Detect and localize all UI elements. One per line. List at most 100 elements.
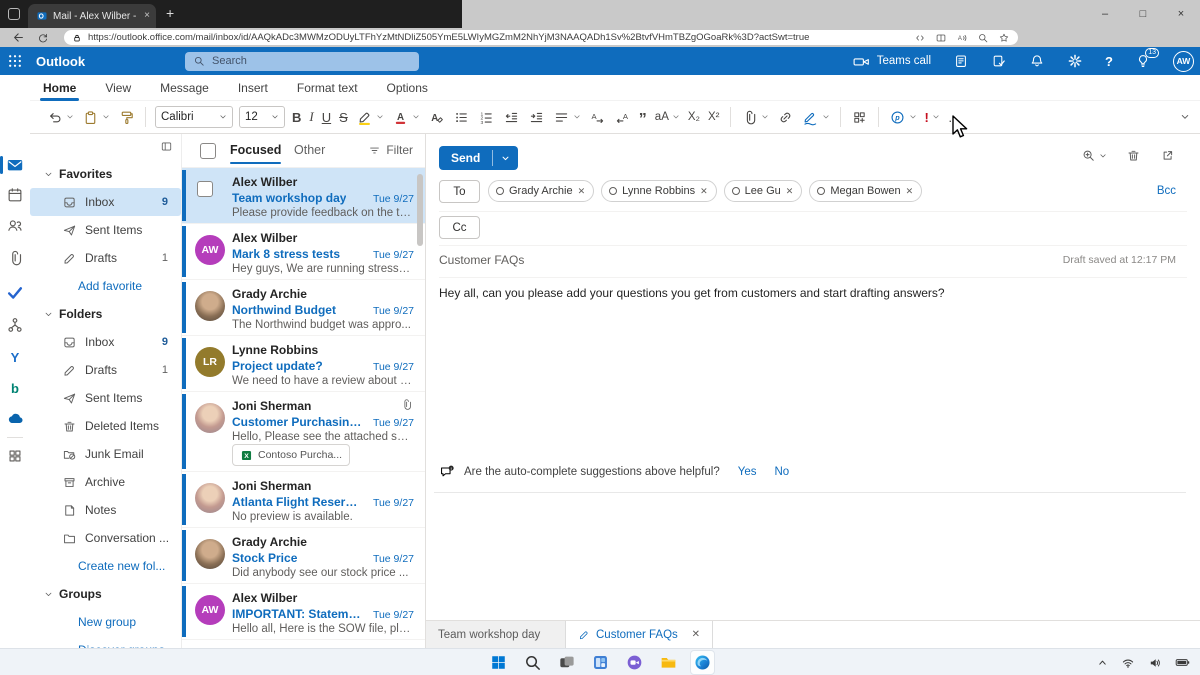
refresh-icon[interactable] — [37, 32, 49, 44]
battery-icon[interactable] — [1175, 655, 1190, 670]
sidebar-item-conversation-[interactable]: Conversation ... — [30, 524, 181, 552]
remove-recipient-icon[interactable]: ✕ — [700, 186, 708, 197]
tips-icon[interactable]: 13 — [1135, 53, 1151, 69]
ribbon-tab-format-text[interactable]: Format text — [296, 81, 359, 95]
font-name-select[interactable]: Calibri — [155, 106, 233, 128]
widgets[interactable] — [588, 650, 613, 675]
change-case-dropdown-icon[interactable] — [672, 113, 680, 121]
search-input[interactable]: Search — [185, 52, 419, 71]
new-tab-button[interactable]: + — [166, 6, 174, 20]
taskbar-search[interactable] — [520, 650, 545, 675]
copilot-button[interactable]: p — [885, 105, 921, 129]
rail-org-icon[interactable] — [4, 314, 26, 336]
browser-tab[interactable]: Mail - Alex Wilber - Outlook × — [28, 4, 156, 28]
tab-close-icon[interactable]: × — [144, 11, 150, 21]
list-scrollbar[interactable] — [417, 174, 423, 246]
rail-apps-grid-icon[interactable] — [4, 445, 26, 467]
align-button[interactable] — [549, 105, 585, 129]
increase-indent-button[interactable] — [524, 105, 549, 129]
open-in-window-icon[interactable] — [1160, 148, 1175, 163]
ribbon-collapse-icon[interactable] — [1180, 112, 1190, 122]
file-explorer[interactable] — [656, 650, 681, 675]
ribbon-tab-options[interactable]: Options — [386, 81, 429, 95]
edge-browser[interactable] — [690, 650, 715, 675]
teams-call-button[interactable]: Teams call — [853, 53, 931, 70]
feedback-no-link[interactable]: No — [775, 466, 790, 478]
font-color-dropdown-icon[interactable] — [412, 113, 420, 121]
message-body[interactable]: Hey all, can you please add your questio… — [439, 286, 945, 300]
ribbon-tab-insert[interactable]: Insert — [237, 81, 269, 95]
font-size-select[interactable]: 12 — [239, 106, 285, 128]
align-dropdown-icon[interactable] — [573, 113, 581, 121]
help-icon[interactable]: ? — [1105, 54, 1113, 69]
paste-button[interactable] — [78, 105, 114, 129]
sidebar-item-notes[interactable]: Notes — [30, 496, 181, 524]
section-groups[interactable]: Groups — [30, 580, 181, 608]
remove-recipient-icon[interactable]: ✕ — [578, 186, 586, 197]
attach-file-dropdown-icon[interactable] — [761, 113, 769, 121]
add-favorite-icon[interactable] — [998, 32, 1010, 44]
recipient-pill[interactable]: Lynne Robbins✕ — [601, 180, 717, 202]
filter-button[interactable]: Filter — [368, 143, 413, 157]
decrease-indent-button[interactable] — [499, 105, 524, 129]
email-list-item[interactable]: Grady ArchieNorthwind BudgetTue 9/27The … — [182, 280, 425, 336]
tab-actions-icon[interactable] — [8, 8, 20, 20]
zoom-page-icon[interactable] — [977, 32, 989, 44]
split-screen-icon[interactable] — [935, 32, 947, 44]
task-view[interactable] — [554, 650, 579, 675]
zoom-in-icon[interactable] — [1081, 148, 1096, 163]
discard-icon[interactable] — [1126, 148, 1141, 163]
subject-field[interactable]: Customer FAQs — [439, 253, 524, 267]
sidebar-item-drafts[interactable]: Drafts1 — [30, 244, 181, 272]
tray-expand-icon[interactable] — [1097, 657, 1108, 668]
sidebar-item-inbox[interactable]: Inbox9 — [30, 328, 181, 356]
draft-tab-customer-faqs[interactable]: Customer FAQs✕ — [566, 621, 713, 648]
close-button[interactable]: × — [1162, 8, 1200, 20]
account-avatar[interactable]: AW — [1173, 51, 1194, 72]
tab-focused[interactable]: Focused — [230, 143, 281, 157]
sidebar-item-inbox[interactable]: Inbox9 — [30, 188, 181, 216]
sidebar-item-sent-items[interactable]: Sent Items — [30, 384, 181, 412]
sidebar-item-new-group[interactable]: New group — [30, 608, 181, 636]
remove-recipient-icon[interactable]: ✕ — [906, 186, 914, 197]
importance-dropdown-icon[interactable] — [932, 113, 940, 121]
settings-icon[interactable] — [1067, 53, 1083, 69]
sidebar-item-add-favorite[interactable]: Add favorite — [30, 272, 181, 300]
bcc-button[interactable]: Bcc — [1157, 185, 1176, 197]
rail-people-icon[interactable] — [4, 214, 26, 236]
remove-recipient-icon[interactable]: ✕ — [786, 186, 794, 197]
email-list-item[interactable]: Alex WilberTeam workshop dayTue 9/27Plea… — [182, 168, 425, 224]
tasks-icon[interactable] — [991, 53, 1007, 69]
recipient-pill[interactable]: Megan Bowen✕ — [809, 180, 922, 202]
email-checkbox[interactable] — [197, 181, 213, 197]
sidebar-item-archive[interactable]: Archive — [30, 468, 181, 496]
signature-button[interactable] — [798, 105, 834, 129]
email-list-item[interactable]: AWAlex WilberMark 8 stress testsTue 9/27… — [182, 224, 425, 280]
sidebar-item-discover-groups[interactable]: Discover groups — [30, 636, 181, 648]
clear-formatting-button[interactable]: A — [424, 105, 449, 129]
undo-button[interactable] — [42, 105, 78, 129]
start-button[interactable] — [486, 650, 511, 675]
rail-calendar-icon[interactable] — [4, 184, 26, 206]
underline-button[interactable]: U — [318, 105, 335, 129]
ribbon-tab-view[interactable]: View — [104, 81, 132, 95]
insert-link-button[interactable] — [773, 105, 798, 129]
highlight-button[interactable] — [352, 105, 388, 129]
text-direction-rtl-button[interactable]: A — [610, 105, 635, 129]
email-list-item[interactable]: LRLynne RobbinsProject update?Tue 9/27We… — [182, 336, 425, 392]
section-folders[interactable]: Folders — [30, 300, 181, 328]
email-list-item[interactable]: Joni ShermanAtlanta Flight Reservat...Tu… — [182, 472, 425, 528]
change-case-button[interactable]: aA — [651, 105, 684, 129]
bold-button[interactable]: B — [288, 105, 305, 129]
signature-dropdown-icon[interactable] — [822, 113, 830, 121]
ribbon-tab-home[interactable]: Home — [42, 81, 77, 95]
developer-mode-icon[interactable] — [914, 32, 926, 44]
superscript-button[interactable]: X² — [704, 105, 724, 129]
rail-bing-icon[interactable]: b — [4, 377, 26, 399]
recipient-pill[interactable]: Grady Archie✕ — [488, 180, 594, 202]
sidebar-item-drafts[interactable]: Drafts1 — [30, 356, 181, 384]
section-favorites[interactable]: Favorites — [30, 160, 181, 188]
tab-other[interactable]: Other — [294, 143, 325, 157]
rail-todo-icon[interactable] — [4, 282, 26, 304]
notifications-icon[interactable] — [1029, 53, 1045, 69]
